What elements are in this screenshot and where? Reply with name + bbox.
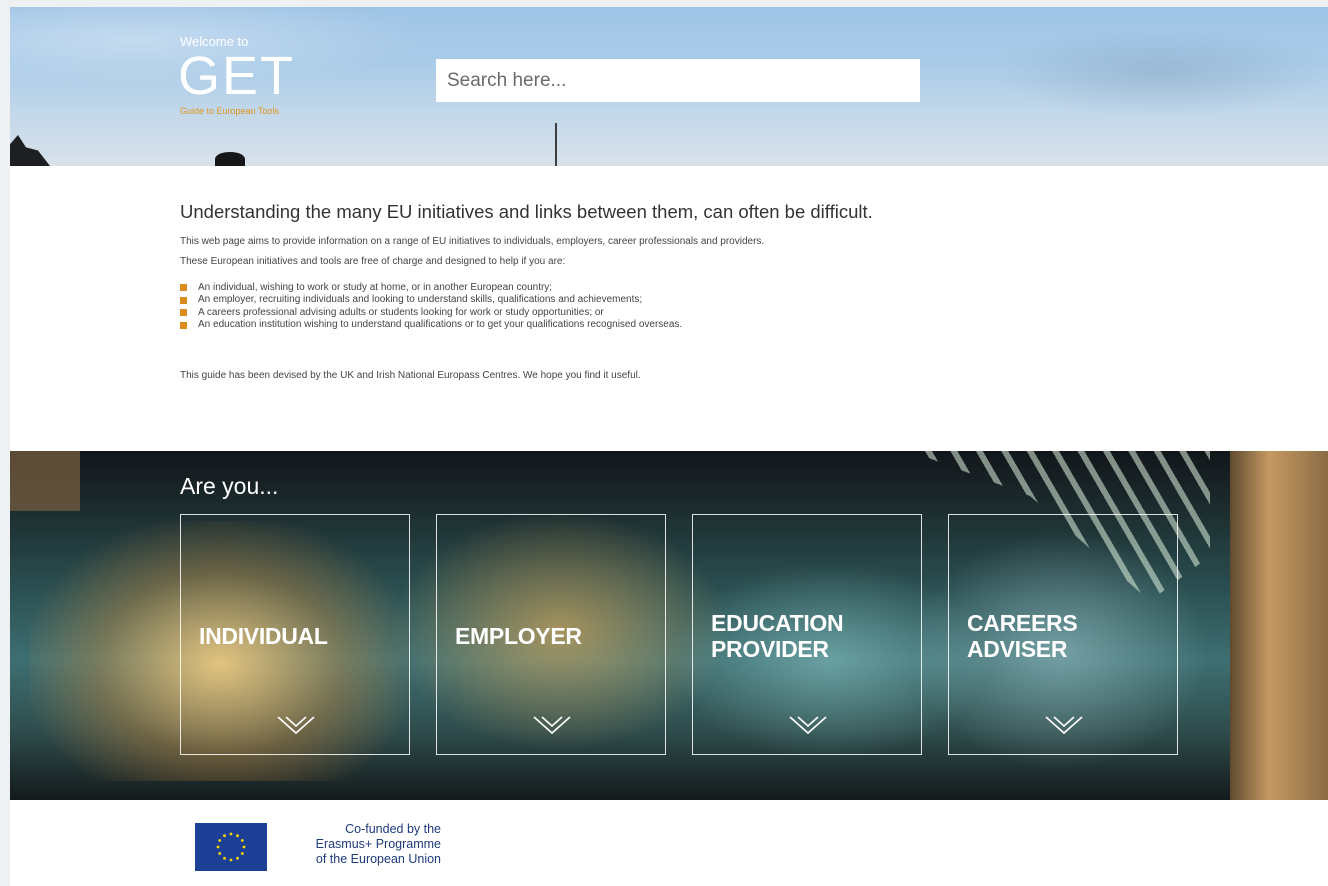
card-label: CAREERS ADVISER <box>967 610 1078 662</box>
card-label: EMPLOYER <box>455 623 582 649</box>
site-logo-subtitle: Guide to European Tools <box>180 106 279 116</box>
erasmus-credit-line: of the European Union <box>315 852 441 866</box>
erasmus-credit-line: Erasmus+ Programme <box>315 837 441 851</box>
card-label: EDUCATION PROVIDER <box>711 610 844 662</box>
intro-heading: Understanding the many EU initiatives an… <box>180 201 873 222</box>
intro-paragraph: These European initiatives and tools are… <box>180 256 566 267</box>
list-item-text: An individual, wishing to work or study … <box>198 281 553 293</box>
pole-silhouette <box>555 123 557 166</box>
page: Welcome to GET Guide to European Tools U… <box>10 7 1328 886</box>
audience-list: An individual, wishing to work or study … <box>180 281 1180 331</box>
audience-card-employer[interactable]: EMPLOYER <box>436 514 666 755</box>
list-item: An individual, wishing to work or study … <box>180 281 1180 294</box>
bush-silhouette <box>215 152 245 166</box>
intro-closing: This guide has been devised by the UK an… <box>180 370 641 381</box>
bullet-square-icon <box>180 321 187 329</box>
audience-card-individual[interactable]: INDIVIDUAL <box>180 514 410 755</box>
audience-card-education-provider[interactable]: EDUCATION PROVIDER <box>692 514 922 755</box>
list-item-text: An employer, recruiting individuals and … <box>198 294 643 306</box>
list-item-text: An education institution wishing to unde… <box>198 319 683 331</box>
erasmus-credit-line: Co-funded by the <box>345 822 441 836</box>
list-item: A careers professional advising adults o… <box>180 306 1180 319</box>
audience-card-careers-adviser[interactable]: CAREERS ADVISER <box>948 514 1178 755</box>
eu-flag-icon <box>195 823 267 871</box>
bullet-square-icon <box>180 296 187 304</box>
erasmus-credit: Co-funded by the Erasmus+ Programme of t… <box>270 822 441 867</box>
intro-section: Understanding the many EU initiatives an… <box>180 201 1180 390</box>
chevron-down-icon <box>277 716 315 735</box>
audience-heading: Are you... <box>180 473 279 499</box>
sky-decoration <box>990 27 1328 117</box>
list-item: An education institution wishing to unde… <box>180 319 1180 332</box>
card-label: INDIVIDUAL <box>199 623 328 649</box>
site-logo[interactable]: GET <box>178 49 295 103</box>
search-input[interactable] <box>436 59 920 102</box>
chevron-down-icon <box>789 716 827 735</box>
bullet-square-icon <box>180 309 187 316</box>
bridge-pillar-decoration <box>10 451 80 511</box>
bridge-pillar-decoration <box>1230 451 1328 800</box>
list-item-text: A careers professional advising adults o… <box>198 306 604 318</box>
intro-paragraph: This web page aims to provide informatio… <box>180 236 765 247</box>
chevron-down-icon <box>533 716 571 735</box>
bullet-square-icon <box>180 284 187 291</box>
tree-silhouette <box>10 135 50 166</box>
list-item: An employer, recruiting individuals and … <box>180 294 1180 307</box>
chevron-down-icon <box>1045 716 1083 735</box>
